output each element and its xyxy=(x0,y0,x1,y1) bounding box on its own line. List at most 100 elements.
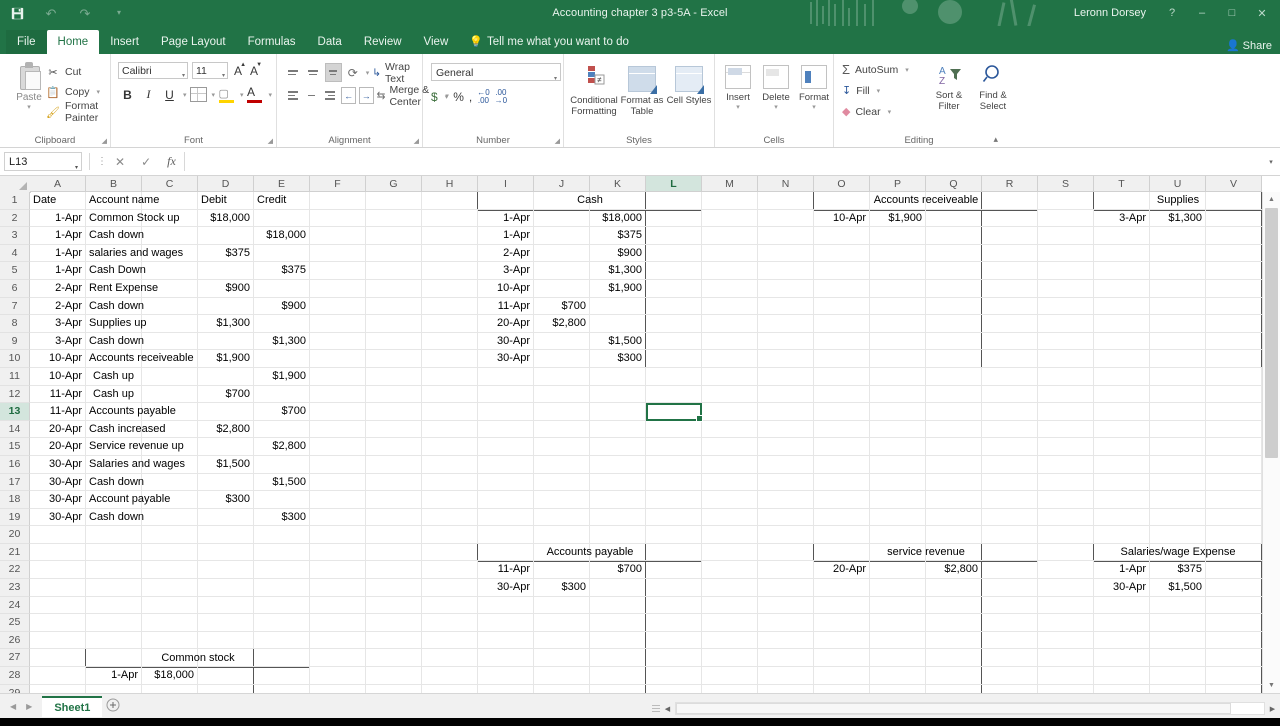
column-header-L[interactable]: L xyxy=(646,176,702,192)
cell-U17[interactable] xyxy=(1150,473,1206,492)
cell-F20[interactable] xyxy=(310,526,366,544)
row-header-29[interactable]: 29 xyxy=(0,684,30,693)
cell-M21[interactable] xyxy=(702,543,758,562)
cell-T27[interactable] xyxy=(1094,649,1150,668)
cell-P17[interactable] xyxy=(870,473,926,492)
cell-B21[interactable] xyxy=(86,543,142,562)
cell-D27[interactable] xyxy=(198,649,254,668)
cell-O24[interactable] xyxy=(814,596,870,615)
cell-Q8[interactable] xyxy=(926,315,982,333)
cell-O21[interactable] xyxy=(813,543,870,562)
row-header-17[interactable]: 17 xyxy=(0,473,30,492)
cell-F29[interactable] xyxy=(310,684,366,693)
cell-N1[interactable] xyxy=(758,192,814,210)
cell-R2[interactable] xyxy=(982,209,1038,228)
cell-D16[interactable]: $1,500 xyxy=(198,455,254,474)
cell-Q17[interactable] xyxy=(926,473,982,492)
cell-E15[interactable]: $2,800 xyxy=(254,438,310,456)
cell-E5[interactable]: $375 xyxy=(254,262,310,280)
cell-O9[interactable] xyxy=(814,332,870,351)
cell-Q21[interactable] xyxy=(926,543,982,562)
cell-U22[interactable]: $375 xyxy=(1150,561,1206,580)
cell-Q13[interactable] xyxy=(926,403,982,421)
cell-L10[interactable] xyxy=(646,350,702,368)
row-header-20[interactable]: 20 xyxy=(0,526,30,544)
cell-I1[interactable] xyxy=(477,192,534,210)
cell-H25[interactable] xyxy=(422,614,478,632)
cell-B27[interactable] xyxy=(85,649,142,668)
cell-D29[interactable] xyxy=(198,684,254,693)
cell-B13[interactable]: Accounts payable xyxy=(86,403,176,421)
chevron-down-icon[interactable]: ▾ xyxy=(183,91,187,99)
cell-L7[interactable] xyxy=(646,297,702,316)
cell-P25[interactable] xyxy=(870,614,926,632)
cell-B2[interactable]: Common Stock up xyxy=(86,209,179,228)
cell-Q27[interactable] xyxy=(926,649,982,668)
cell-S26[interactable] xyxy=(1038,631,1094,650)
cell-J20[interactable] xyxy=(534,526,590,544)
cell-L4[interactable] xyxy=(646,244,702,263)
find-select-button[interactable]: Find & Select xyxy=(970,60,1016,112)
row-header-13[interactable]: 13 xyxy=(0,403,30,421)
cell-N19[interactable] xyxy=(758,508,814,527)
cell-V27[interactable] xyxy=(1206,649,1262,668)
cell-D19[interactable] xyxy=(198,508,254,527)
cell-O5[interactable] xyxy=(814,262,870,280)
cell-E19[interactable]: $300 xyxy=(254,508,310,527)
cell-M3[interactable] xyxy=(702,227,758,245)
cell-O12[interactable] xyxy=(814,385,870,404)
cell-P7[interactable] xyxy=(870,297,926,316)
cell-B23[interactable] xyxy=(86,579,142,597)
cell-H23[interactable] xyxy=(422,579,478,597)
sheet-nav-arrows[interactable]: ◀ ▶ xyxy=(0,702,42,711)
cell-D26[interactable] xyxy=(198,631,254,650)
cell-D14[interactable]: $2,800 xyxy=(198,420,254,439)
cell-G16[interactable] xyxy=(366,455,422,474)
cell-O15[interactable] xyxy=(814,438,870,456)
cell-A18[interactable]: 30-Apr xyxy=(30,491,86,509)
cell-J7[interactable]: $700 xyxy=(534,297,590,316)
copy-button[interactable]: 📋 Copy ▾ xyxy=(46,82,110,102)
cell-C29[interactable] xyxy=(142,684,198,693)
cell-P1[interactable] xyxy=(870,192,926,210)
cell-L19[interactable] xyxy=(646,508,702,527)
cell-L17[interactable] xyxy=(646,473,702,492)
cell-K3[interactable]: $375 xyxy=(590,227,646,245)
percent-style-button[interactable]: % xyxy=(453,87,464,106)
clipboard-dialog-launcher[interactable]: ◢ xyxy=(102,137,107,145)
cell-D22[interactable] xyxy=(198,561,254,580)
column-header-R[interactable]: R xyxy=(982,176,1038,192)
cell-D28[interactable] xyxy=(198,667,254,685)
cell-K22[interactable]: $700 xyxy=(590,561,646,580)
cell-J10[interactable] xyxy=(534,350,590,368)
cell-J11[interactable] xyxy=(534,367,590,386)
cell-N18[interactable] xyxy=(758,491,814,509)
cell-G5[interactable] xyxy=(366,262,422,280)
cell-J19[interactable] xyxy=(534,508,590,527)
cell-H22[interactable] xyxy=(422,561,478,580)
cell-L24[interactable] xyxy=(646,596,702,615)
cell-C28[interactable]: $18,000 xyxy=(142,667,198,685)
cell-P24[interactable] xyxy=(870,596,926,615)
cell-G9[interactable] xyxy=(366,332,422,351)
chevron-down-icon[interactable]: ▾ xyxy=(719,103,757,111)
cell-E9[interactable]: $1,300 xyxy=(254,332,310,351)
cell-V20[interactable] xyxy=(1206,526,1262,544)
cell-A5[interactable]: 1-Apr xyxy=(30,262,86,280)
cell-V5[interactable] xyxy=(1206,262,1262,280)
cell-U15[interactable] xyxy=(1150,438,1206,456)
cell-F11[interactable] xyxy=(310,367,366,386)
cell-H11[interactable] xyxy=(422,367,478,386)
cell-J18[interactable] xyxy=(534,491,590,509)
cell-O8[interactable] xyxy=(814,315,870,333)
select-all-corner[interactable] xyxy=(0,176,31,193)
cell-D18[interactable]: $300 xyxy=(198,491,254,509)
cell-F19[interactable] xyxy=(310,508,366,527)
cell-V4[interactable] xyxy=(1206,244,1262,263)
cell-K23[interactable] xyxy=(590,579,646,597)
cell-G4[interactable] xyxy=(366,244,422,263)
increase-decimal-button[interactable]: ←0.00 xyxy=(477,88,489,105)
cell-B10[interactable]: Accounts receiveable xyxy=(86,350,194,368)
cell-V16[interactable] xyxy=(1206,455,1262,474)
cancel-formula-icon[interactable]: ✕ xyxy=(115,155,125,169)
